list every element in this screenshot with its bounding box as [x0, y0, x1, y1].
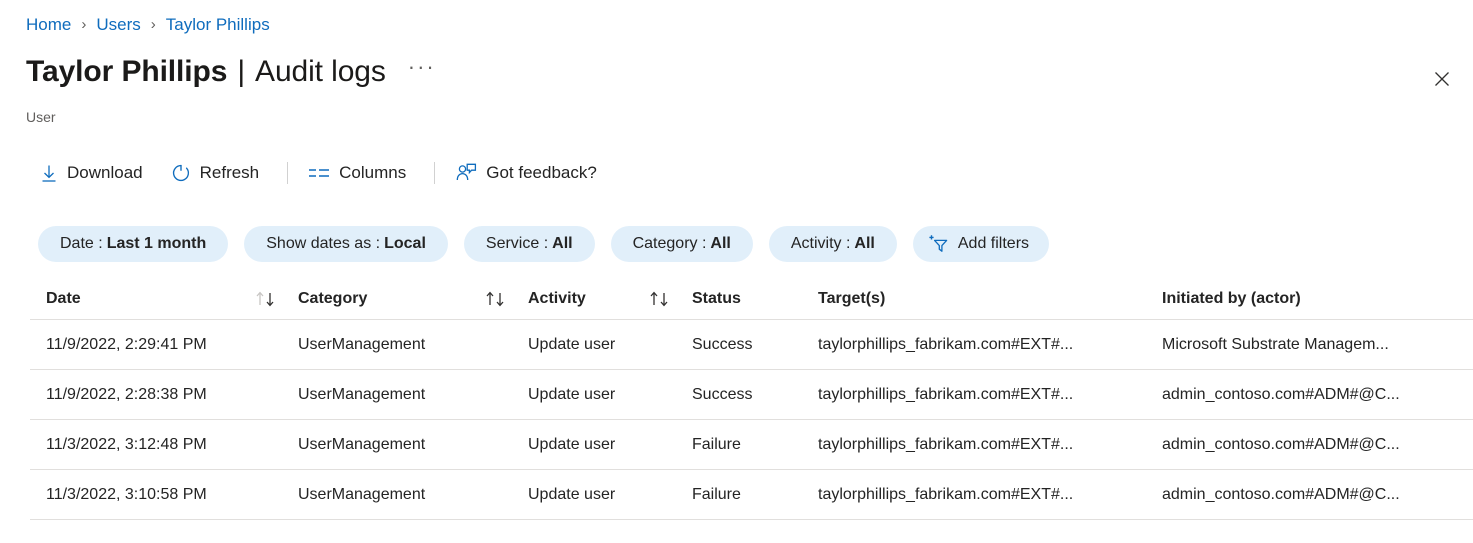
- filter-pill-activity-key: Activity :: [791, 234, 851, 254]
- breadcrumb-separator: ›: [151, 14, 156, 36]
- add-filters-label: Add filters: [958, 235, 1029, 253]
- column-header-targets-label: Target(s): [818, 290, 885, 308]
- column-header-initiated-by[interactable]: Initiated by (actor): [1162, 290, 1462, 308]
- breadcrumb-item-home[interactable]: Home: [26, 14, 71, 36]
- cell-status: Failure: [692, 434, 818, 456]
- command-divider: [287, 162, 288, 184]
- filter-pill-bar: Date : Last 1 month Show dates as : Loca…: [38, 226, 1049, 262]
- breadcrumb-separator: ›: [81, 14, 86, 36]
- cell-status: Success: [692, 334, 818, 356]
- download-icon: [40, 164, 58, 183]
- download-button[interactable]: Download: [38, 158, 153, 188]
- cell-target: taylorphillips_fabrikam.com#EXT#...: [818, 434, 1162, 456]
- filter-pill-date-key: Date :: [60, 234, 103, 254]
- breadcrumb: Home › Users › Taylor Phillips: [26, 14, 270, 36]
- table-row[interactable]: 11/3/2022, 3:10:58 PM UserManagement Upd…: [30, 470, 1473, 520]
- cell-date: 11/9/2022, 2:29:41 PM: [30, 334, 298, 356]
- more-options-icon[interactable]: ···: [404, 54, 440, 86]
- cell-target: taylorphillips_fabrikam.com#EXT#...: [818, 334, 1162, 356]
- cell-category: UserManagement: [298, 434, 528, 456]
- filter-pill-category[interactable]: Category : All: [611, 226, 753, 262]
- cell-activity: Update user: [528, 334, 692, 356]
- audit-logs-table: Date Category Activity: [30, 278, 1473, 520]
- column-header-date-label: Date: [46, 290, 81, 308]
- cell-target: taylorphillips_fabrikam.com#EXT#...: [818, 384, 1162, 406]
- cell-activity: Update user: [528, 484, 692, 506]
- refresh-label: Refresh: [200, 162, 260, 184]
- cell-activity: Update user: [528, 384, 692, 406]
- column-header-activity[interactable]: Activity: [528, 290, 692, 308]
- page-title-primary: Taylor Phillips: [26, 55, 227, 88]
- command-divider: [434, 162, 435, 184]
- cell-category: UserManagement: [298, 384, 528, 406]
- add-filter-icon: [927, 234, 949, 254]
- sort-icon[interactable]: [254, 290, 280, 308]
- cell-date: 11/3/2022, 3:12:48 PM: [30, 434, 298, 456]
- page-title: Taylor Phillips | Audit logs: [26, 52, 386, 92]
- sort-icon[interactable]: [484, 290, 510, 308]
- cell-actor: Microsoft Substrate Managem...: [1162, 334, 1462, 356]
- cell-date: 11/3/2022, 3:10:58 PM: [30, 484, 298, 506]
- cell-activity: Update user: [528, 434, 692, 456]
- table-row[interactable]: 11/3/2022, 3:12:48 PM UserManagement Upd…: [30, 420, 1473, 470]
- cell-status: Success: [692, 384, 818, 406]
- cell-category: UserManagement: [298, 334, 528, 356]
- filter-pill-show-dates-as-key: Show dates as :: [266, 234, 380, 254]
- add-filters-button[interactable]: Add filters: [913, 226, 1049, 262]
- filter-pill-category-value: All: [710, 234, 730, 254]
- filter-pill-activity[interactable]: Activity : All: [769, 226, 897, 262]
- command-bar: Download Refresh Columns: [38, 156, 623, 190]
- filter-pill-service-key: Service :: [486, 234, 548, 254]
- cell-category: UserManagement: [298, 484, 528, 506]
- cell-actor: admin_contoso.com#ADM#@C...: [1162, 484, 1462, 506]
- table-row[interactable]: 11/9/2022, 2:29:41 PM UserManagement Upd…: [30, 320, 1473, 370]
- column-header-status[interactable]: Status: [692, 290, 818, 308]
- breadcrumb-item-users[interactable]: Users: [96, 14, 140, 36]
- filter-pill-show-dates-as[interactable]: Show dates as : Local: [244, 226, 448, 262]
- column-header-category-label: Category: [298, 290, 367, 308]
- column-header-category[interactable]: Category: [298, 290, 528, 308]
- cell-date: 11/9/2022, 2:28:38 PM: [30, 384, 298, 406]
- table-row[interactable]: 11/9/2022, 2:28:38 PM UserManagement Upd…: [30, 370, 1473, 420]
- columns-icon: [308, 165, 330, 181]
- filter-pill-service-value: All: [552, 234, 572, 254]
- page-title-secondary: Audit logs: [255, 55, 386, 88]
- cell-actor: admin_contoso.com#ADM#@C...: [1162, 384, 1462, 406]
- cell-status: Failure: [692, 484, 818, 506]
- feedback-label: Got feedback?: [486, 162, 597, 184]
- columns-button[interactable]: Columns: [306, 158, 416, 188]
- got-feedback-button[interactable]: Got feedback?: [453, 158, 607, 188]
- filter-pill-service[interactable]: Service : All: [464, 226, 595, 262]
- download-label: Download: [67, 162, 143, 184]
- page-title-separator: |: [237, 55, 245, 88]
- filter-pill-category-key: Category :: [633, 234, 707, 254]
- filter-pill-show-dates-as-value: Local: [384, 234, 426, 254]
- refresh-icon: [171, 163, 191, 183]
- sort-icon[interactable]: [648, 290, 674, 308]
- table-header-row: Date Category Activity: [30, 278, 1473, 320]
- breadcrumb-item-taylor-phillips[interactable]: Taylor Phillips: [166, 14, 270, 36]
- page-title-row: Taylor Phillips | Audit logs ···: [26, 52, 440, 92]
- column-header-targets[interactable]: Target(s): [818, 290, 1162, 308]
- page-subtitle: User: [26, 107, 56, 127]
- cell-actor: admin_contoso.com#ADM#@C...: [1162, 434, 1462, 456]
- filter-pill-date[interactable]: Date : Last 1 month: [38, 226, 228, 262]
- column-header-status-label: Status: [692, 290, 741, 308]
- filter-pill-date-value: Last 1 month: [107, 234, 207, 254]
- audit-logs-page: Home › Users › Taylor Phillips Taylor Ph…: [0, 0, 1473, 543]
- columns-label: Columns: [339, 162, 406, 184]
- column-header-date[interactable]: Date: [30, 290, 298, 308]
- column-header-initiated-by-label: Initiated by (actor): [1162, 290, 1301, 308]
- filter-pill-activity-value: All: [854, 234, 874, 254]
- refresh-button[interactable]: Refresh: [169, 158, 270, 188]
- column-header-activity-label: Activity: [528, 290, 586, 308]
- feedback-icon: [455, 163, 477, 183]
- cell-target: taylorphillips_fabrikam.com#EXT#...: [818, 484, 1162, 506]
- close-icon[interactable]: [1425, 62, 1459, 96]
